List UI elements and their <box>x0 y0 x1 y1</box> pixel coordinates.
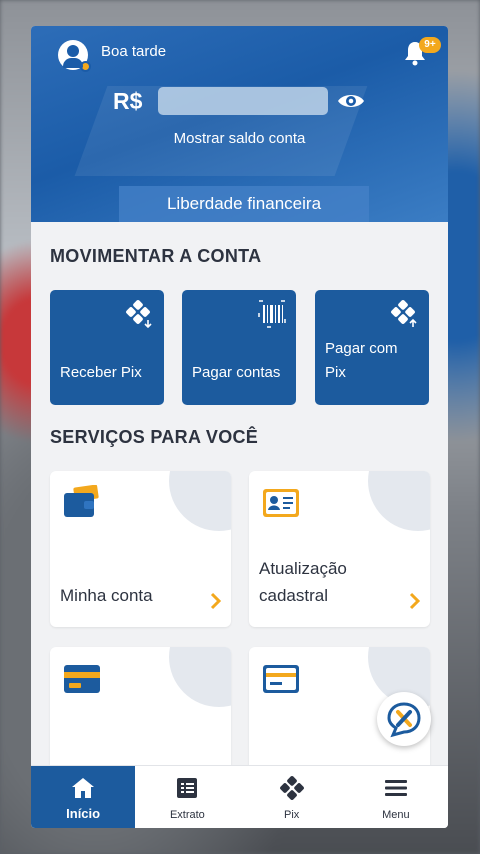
nav-home-label: Início <box>66 806 101 821</box>
statement-icon <box>174 776 200 800</box>
card-decoration <box>169 471 231 531</box>
debit-card-icon <box>62 661 102 695</box>
move-account-section-title: MOVIMENTAR A CONTA <box>50 246 262 266</box>
financial-freedom-banner[interactable]: Liberdade financeira <box>119 186 369 222</box>
credit-card-icon <box>261 661 301 695</box>
registration-update-label: Atualização cadastral <box>259 559 347 605</box>
bottom-navigation: Início Extrato Pix Menu <box>31 765 448 828</box>
nav-statement[interactable]: Extrato <box>135 766 239 828</box>
nav-pix[interactable]: Pix <box>240 766 344 828</box>
menu-icon <box>383 776 409 800</box>
nav-pix-label: Pix <box>283 809 300 821</box>
pix-icon <box>279 776 305 800</box>
notifications-bell-icon[interactable]: 9+ <box>403 37 441 66</box>
user-avatar-icon[interactable] <box>58 40 91 72</box>
greeting-text: Boa tarde <box>101 43 167 60</box>
pix-receive-icon <box>126 300 154 329</box>
show-balance-link[interactable]: Mostrar saldo conta <box>31 130 448 147</box>
barcode-icon <box>258 300 286 328</box>
id-card-icon <box>261 485 301 519</box>
chevron-right-icon <box>408 591 422 611</box>
my-account-label: Minha conta <box>60 586 153 605</box>
nav-statement-label: Extrato <box>169 809 205 821</box>
chevron-right-icon <box>209 591 223 611</box>
receive-pix-button[interactable]: Receber Pix <box>50 290 164 405</box>
notification-badge: 9+ <box>419 37 441 53</box>
show-balance-eye-icon[interactable] <box>336 88 366 114</box>
assistant-x-icon <box>387 702 421 738</box>
chat-assistant-button[interactable] <box>377 692 431 746</box>
hidden-balance <box>158 87 328 115</box>
nav-menu-label: Menu <box>382 809 410 821</box>
registration-update-card[interactable]: Atualização cadastral <box>249 471 430 627</box>
currency-symbol: R$ <box>113 88 143 114</box>
wallet-icon <box>62 484 102 519</box>
services-section-title: SERVIÇOS PARA VOCÊ <box>50 427 259 447</box>
card-decoration <box>368 471 430 531</box>
app-screen: Boa tarde 9+ R$ Mostrar saldo conta Libe… <box>31 26 448 828</box>
receive-pix-label: Receber Pix <box>60 364 142 381</box>
pay-bills-button[interactable]: Pagar contas <box>182 290 296 405</box>
nav-menu[interactable]: Menu <box>344 766 448 828</box>
pix-send-icon <box>391 300 419 328</box>
nav-home[interactable]: Início <box>31 766 136 828</box>
card-decoration <box>169 647 231 707</box>
home-icon <box>70 776 96 800</box>
pay-with-pix-button[interactable]: Pagar com Pix <box>315 290 429 405</box>
account-header: Boa tarde 9+ R$ Mostrar saldo conta Libe… <box>31 26 448 222</box>
pay-with-pix-label: Pagar com Pix <box>325 340 398 381</box>
pay-bills-label: Pagar contas <box>192 364 281 381</box>
status-dot <box>80 61 91 72</box>
my-account-card[interactable]: Minha conta <box>50 471 231 627</box>
